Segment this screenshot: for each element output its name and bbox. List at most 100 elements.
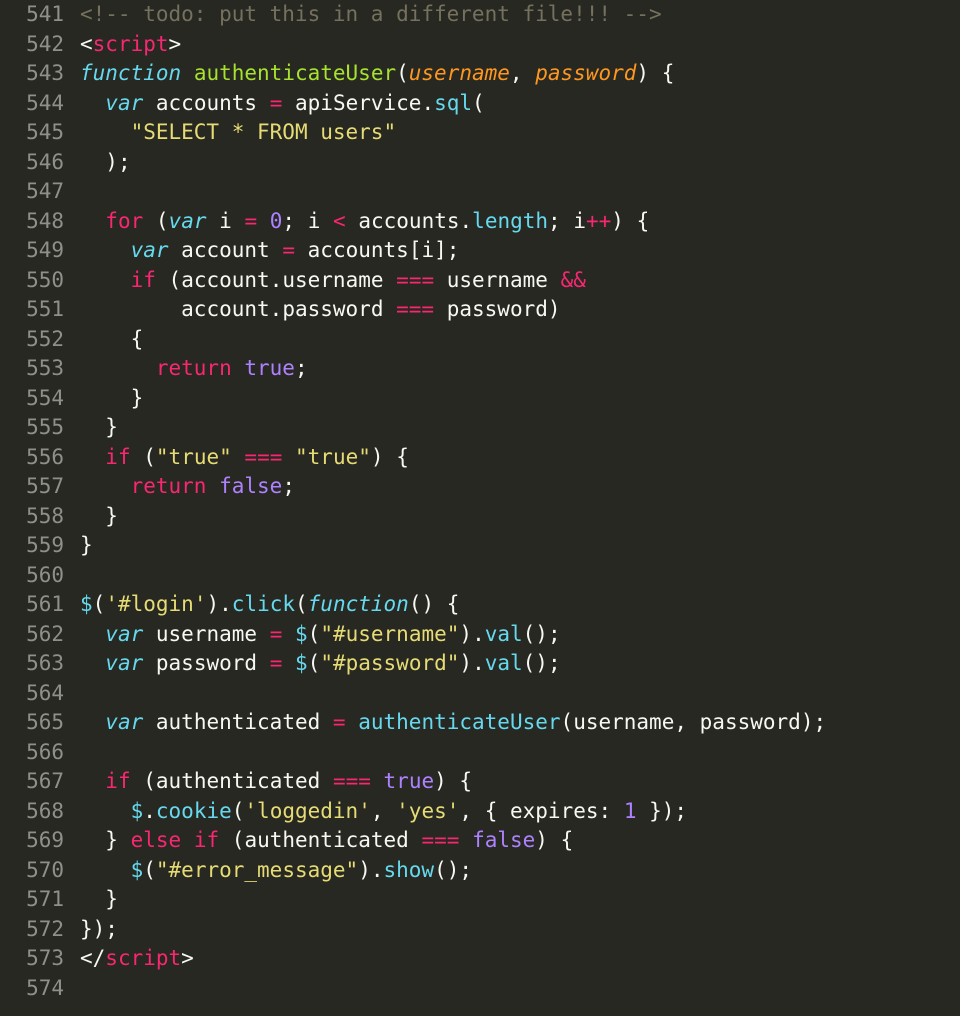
code-line[interactable]: return false; [80, 472, 960, 502]
code-token: = [270, 622, 283, 646]
code-token [181, 61, 194, 85]
line-number: 564 [8, 679, 64, 709]
code-line[interactable]: return true; [80, 354, 960, 384]
code-line[interactable] [80, 679, 960, 709]
code-token [80, 150, 105, 174]
code-line[interactable]: if (authenticated === true) { [80, 767, 960, 797]
code-line[interactable]: ); [80, 148, 960, 178]
code-token: . [472, 622, 485, 646]
code-line[interactable]: var authenticated = authenticateUser(use… [80, 708, 960, 738]
code-line[interactable]: <script> [80, 30, 960, 60]
code-token [143, 622, 156, 646]
code-line[interactable]: } else if (authenticated === false) { [80, 826, 960, 856]
code-token: authenticateUser [194, 61, 396, 85]
code-line[interactable]: "SELECT * FROM users" [80, 118, 960, 148]
code-token: < [333, 209, 346, 233]
code-token [548, 268, 561, 292]
code-token: ( [232, 799, 245, 823]
code-token: { [637, 209, 650, 233]
line-number: 545 [8, 118, 64, 148]
line-number: 556 [8, 443, 64, 473]
code-line[interactable]: if (account.username === username && [80, 266, 960, 296]
code-token [80, 651, 105, 675]
code-line[interactable]: } [80, 413, 960, 443]
code-token: ( [143, 858, 156, 882]
line-number: 558 [8, 502, 64, 532]
code-token: username [156, 622, 257, 646]
code-token: ); [105, 150, 130, 174]
line-number: 572 [8, 915, 64, 945]
code-line[interactable]: function authenticateUser(username, pass… [80, 59, 960, 89]
line-number: 574 [8, 974, 64, 1004]
code-editor[interactable]: 5415425435445455465475485495505515525535… [0, 0, 960, 1016]
code-area[interactable]: <!-- todo: put this in a different file!… [78, 0, 960, 1016]
code-token: if [131, 268, 156, 292]
code-line[interactable]: } [80, 384, 960, 414]
code-token: account [181, 238, 270, 262]
line-number: 548 [8, 207, 64, 237]
line-number: 542 [8, 30, 64, 60]
code-token: if [105, 769, 130, 793]
code-token: authenticated [244, 828, 408, 852]
line-number: 563 [8, 649, 64, 679]
code-token [548, 828, 561, 852]
code-token: '#login' [105, 592, 206, 616]
code-line[interactable]: } [80, 502, 960, 532]
code-line[interactable]: <!-- todo: put this in a different file!… [80, 0, 960, 30]
code-token [80, 828, 105, 852]
code-line[interactable]: var accounts = apiService.sql( [80, 89, 960, 119]
code-line[interactable]: $.cookie('loggedin', 'yes', { expires: 1… [80, 797, 960, 827]
line-number: 570 [8, 856, 64, 886]
code-token: val [485, 622, 523, 646]
code-line[interactable]: var account = accounts[i]; [80, 236, 960, 266]
code-token [80, 622, 105, 646]
code-token: === [396, 297, 434, 321]
code-line[interactable]: var username = $("#username").val(); [80, 620, 960, 650]
code-token: i [219, 209, 232, 233]
code-token: (); [523, 622, 561, 646]
code-line[interactable]: </script> [80, 944, 960, 974]
code-token: { [459, 769, 472, 793]
line-number: 573 [8, 944, 64, 974]
code-token: "#error_message" [156, 858, 358, 882]
code-token: val [485, 651, 523, 675]
code-line[interactable] [80, 561, 960, 591]
code-token: } [105, 415, 118, 439]
code-line[interactable]: }); [80, 915, 960, 945]
code-token [257, 209, 270, 233]
code-token: for [105, 209, 143, 233]
code-token: } [80, 533, 93, 557]
code-token [80, 238, 131, 262]
code-line[interactable]: account.password === password) [80, 295, 960, 325]
code-token: = [244, 209, 257, 233]
code-token: ( [396, 61, 409, 85]
code-line[interactable] [80, 974, 960, 1004]
code-token: }); [80, 917, 118, 941]
code-line[interactable]: $('#login').click(function() { [80, 590, 960, 620]
code-token [459, 828, 472, 852]
code-token: . [472, 651, 485, 675]
code-token: return [156, 356, 232, 380]
code-line[interactable] [80, 177, 960, 207]
code-token: ) [434, 769, 447, 793]
code-line[interactable]: if ("true" === "true") { [80, 443, 960, 473]
code-token [206, 209, 219, 233]
code-token: . [219, 592, 232, 616]
code-token: . [270, 297, 283, 321]
line-number: 569 [8, 826, 64, 856]
code-line[interactable]: } [80, 531, 960, 561]
code-line[interactable] [80, 738, 960, 768]
line-number: 566 [8, 738, 64, 768]
code-token: = [270, 651, 283, 675]
code-token: var [105, 651, 143, 675]
code-line[interactable]: var password = $("#password").val(); [80, 649, 960, 679]
code-token: username [447, 268, 548, 292]
code-line[interactable]: } [80, 885, 960, 915]
code-token [131, 445, 144, 469]
code-token [80, 327, 131, 351]
code-token: } [105, 504, 118, 528]
code-line[interactable]: for (var i = 0; i < accounts.length; i++… [80, 207, 960, 237]
code-line[interactable]: $("#error_message").show(); [80, 856, 960, 886]
code-line[interactable]: { [80, 325, 960, 355]
code-token [257, 651, 270, 675]
